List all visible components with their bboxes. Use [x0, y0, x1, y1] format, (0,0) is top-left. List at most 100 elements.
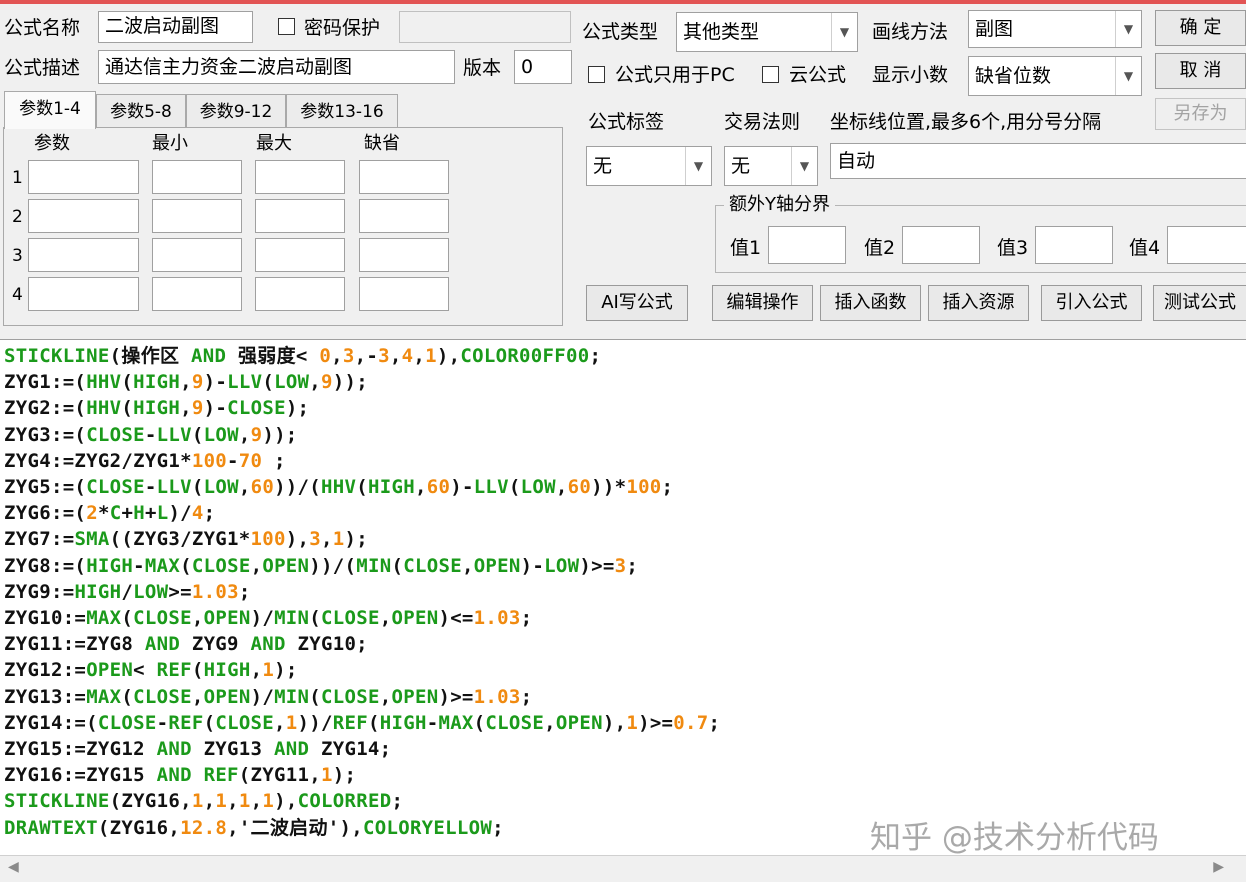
param-4-default-input[interactable]	[359, 277, 449, 311]
code-token: H	[133, 502, 145, 525]
ok-button[interactable]: 确 定	[1155, 10, 1246, 46]
param-1-min-input[interactable]	[152, 160, 242, 194]
param-1-name-input[interactable]	[28, 160, 139, 194]
code-token: ,	[250, 790, 263, 813]
code-token: ((ZYG3/ZYG1*	[109, 528, 251, 551]
tab-params-1-4[interactable]: 参数1-4	[4, 91, 96, 129]
code-editor[interactable]: STICKLINE(操作区 AND 强弱度< 0,3,-3,4,1),COLOR…	[0, 339, 1246, 856]
y-value-2-input[interactable]	[902, 226, 980, 264]
scroll-right-icon[interactable]: ▶	[1213, 859, 1224, 875]
code-token: AND	[156, 764, 192, 787]
param-4-min-input[interactable]	[152, 277, 242, 311]
code-token: CLOSE	[321, 685, 380, 708]
pc-only-checkbox[interactable]	[588, 66, 605, 83]
ai-write-formula-button[interactable]: AI写公式	[586, 285, 688, 321]
code-token: (	[121, 397, 134, 420]
param-row-number: 3	[12, 246, 23, 266]
chevron-down-icon[interactable]: ▼	[1115, 11, 1141, 47]
password-input[interactable]	[399, 11, 571, 43]
code-token: CLOSE	[191, 554, 251, 577]
code-token: 1	[215, 790, 228, 813]
code-token: );	[332, 764, 357, 787]
param-2-default-input[interactable]	[359, 199, 449, 233]
code-line: ZYG8:=(HIGH-MAX(CLOSE,OPEN))/(MIN(CLOSE,…	[4, 553, 638, 579]
param-header-name: 参数	[34, 133, 70, 154]
code-token: ZYG14;	[309, 738, 392, 760]
tab-params-9-12[interactable]: 参数9-12	[186, 94, 286, 128]
code-token: LLV	[156, 423, 192, 446]
param-3-default-input[interactable]	[359, 238, 449, 272]
draw-method-select[interactable]: 副图 ▼	[968, 10, 1142, 48]
tab-params-13-16[interactable]: 参数13-16	[286, 94, 398, 128]
test-formula-button[interactable]: 测试公式	[1153, 285, 1246, 321]
insert-function-button[interactable]: 插入函数	[820, 285, 921, 321]
code-token: (	[262, 371, 275, 394]
param-4-name-input[interactable]	[28, 277, 139, 311]
extra-y-axis-label: 额外Y轴分界	[724, 193, 835, 217]
chevron-down-icon[interactable]: ▼	[685, 147, 711, 185]
code-token: ))/(	[309, 554, 357, 577]
code-token: ;	[520, 607, 533, 629]
tab-params-5-8[interactable]: 参数5-8	[96, 94, 186, 128]
param-2-name-input[interactable]	[28, 199, 139, 233]
code-token: ));	[332, 371, 369, 394]
y-value-3-input[interactable]	[1035, 226, 1113, 264]
param-2-max-input[interactable]	[255, 199, 345, 233]
code-token: 4	[191, 502, 204, 525]
cancel-button[interactable]: 取 消	[1155, 53, 1246, 89]
y-value-4-label: 值4	[1129, 237, 1161, 259]
code-token: 3	[309, 528, 321, 551]
trade-rule-select[interactable]: 无 ▼	[724, 146, 818, 186]
code-token: +	[144, 502, 157, 525]
code-token: COLORYELLOW	[362, 816, 493, 839]
code-token: (	[356, 476, 368, 498]
insert-resource-button[interactable]: 插入资源	[928, 285, 1029, 321]
code-token: OPEN	[203, 685, 251, 708]
code-token: HHV	[86, 397, 122, 420]
code-line: ZYG9:=HIGH/LOW>=1.03;	[4, 579, 251, 605]
save-as-button[interactable]: 另存为	[1155, 98, 1246, 130]
chevron-down-icon[interactable]: ▼	[1115, 57, 1141, 95]
param-1-max-input[interactable]	[255, 160, 345, 194]
decimal-select[interactable]: 缺省位数 ▼	[968, 56, 1142, 96]
code-token: 1	[238, 790, 251, 813]
param-1-default-input[interactable]	[359, 160, 449, 194]
code-token: ZYG11:=ZYG8	[4, 633, 145, 656]
y-value-1-input[interactable]	[768, 226, 846, 264]
code-token: ZYG5:=(	[4, 476, 87, 498]
code-token: OPEN	[473, 554, 521, 577]
code-token: MIN	[274, 685, 310, 708]
chevron-down-icon[interactable]: ▼	[831, 13, 857, 51]
code-token: (操作区	[109, 345, 192, 367]
formula-type-select[interactable]: 其他类型 ▼	[676, 12, 858, 52]
edit-operations-button[interactable]: 编辑操作	[712, 285, 813, 321]
formula-type-label: 公式类型	[582, 21, 659, 43]
code-line: ZYG4:=ZYG2/ZYG1*100-70 ;	[4, 448, 286, 474]
password-label: 密码保护	[304, 17, 381, 39]
code-token: ,	[191, 607, 204, 629]
code-token: ,	[414, 476, 427, 498]
param-row-number: 2	[12, 207, 23, 227]
code-line: ZYG1:=(HHV(HIGH,9)-LLV(LOW,9));	[4, 369, 368, 395]
formula-name-input[interactable]: 二波启动副图	[98, 11, 253, 43]
chevron-down-icon[interactable]: ▼	[791, 147, 817, 185]
axis-lines-input[interactable]: 自动	[830, 143, 1246, 179]
scroll-left-icon[interactable]: ◀	[8, 859, 19, 875]
horizontal-scrollbar[interactable]: ◀ ▶	[0, 855, 1246, 882]
param-3-name-input[interactable]	[28, 238, 139, 272]
param-2-min-input[interactable]	[152, 199, 242, 233]
import-formula-button[interactable]: 引入公式	[1041, 285, 1142, 321]
code-token: CLOSE	[133, 685, 192, 708]
cloud-formula-checkbox[interactable]	[762, 66, 779, 83]
password-checkbox[interactable]	[278, 18, 295, 35]
code-token: (	[508, 476, 521, 498]
y-value-4-input[interactable]	[1167, 226, 1246, 264]
code-token: CLOSE	[227, 397, 286, 420]
param-4-max-input[interactable]	[255, 277, 345, 311]
param-3-min-input[interactable]	[152, 238, 242, 272]
param-3-max-input[interactable]	[255, 238, 345, 272]
formula-desc-input[interactable]: 通达信主力资金二波启动副图	[98, 50, 455, 84]
version-input[interactable]: 0	[514, 50, 572, 84]
formula-tag-select[interactable]: 无 ▼	[586, 146, 712, 186]
pc-only-label: 公式只用于PC	[615, 64, 735, 86]
